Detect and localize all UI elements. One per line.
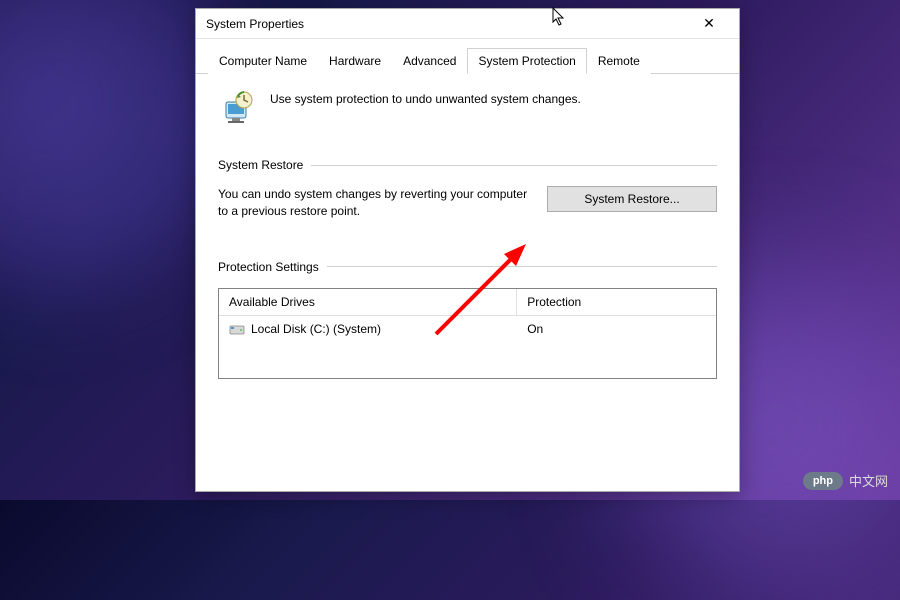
close-icon: ✕ [703,15,715,32]
titlebar: System Properties ✕ [196,9,739,39]
tab-content: Use system protection to undo unwanted s… [196,74,739,393]
protection-status: On [517,319,716,339]
close-button[interactable]: ✕ [689,10,729,38]
protection-settings-label: Protection Settings [218,260,319,274]
watermark-text: 中文网 [849,471,888,490]
tab-system-protection[interactable]: System Protection [467,48,586,74]
system-protection-icon [218,88,258,128]
dialog-title: System Properties [206,17,689,31]
system-restore-label: System Restore [218,158,303,172]
table-row[interactable]: Local Disk (C:) (System) On [219,316,716,342]
intro-text: Use system protection to undo unwanted s… [270,88,581,106]
tab-computer-name[interactable]: Computer Name [208,48,318,74]
system-properties-dialog: System Properties ✕ Computer Name Hardwa… [195,8,740,492]
protection-settings-header: Protection Settings [218,260,717,274]
tab-advanced[interactable]: Advanced [392,48,467,74]
system-restore-header: System Restore [218,158,717,172]
restore-row: You can undo system changes by reverting… [218,186,717,220]
tab-hardware[interactable]: Hardware [318,48,392,74]
drives-table: Available Drives Protection Local Disk (… [218,288,717,379]
divider [311,165,717,166]
drives-table-header: Available Drives Protection [219,289,716,316]
restore-description: You can undo system changes by reverting… [218,186,531,220]
divider [327,266,717,267]
intro-row: Use system protection to undo unwanted s… [218,88,717,128]
column-available-drives[interactable]: Available Drives [219,289,517,315]
tabs-bar: Computer Name Hardware Advanced System P… [196,39,739,74]
drive-name: Local Disk (C:) (System) [251,322,381,336]
system-restore-button[interactable]: System Restore... [547,186,717,212]
table-spacer [219,342,716,378]
column-protection[interactable]: Protection [517,289,716,315]
watermark: php 中文网 [803,471,888,490]
tab-remote[interactable]: Remote [587,48,651,74]
watermark-pill: php [803,472,843,490]
disk-icon [229,322,245,336]
